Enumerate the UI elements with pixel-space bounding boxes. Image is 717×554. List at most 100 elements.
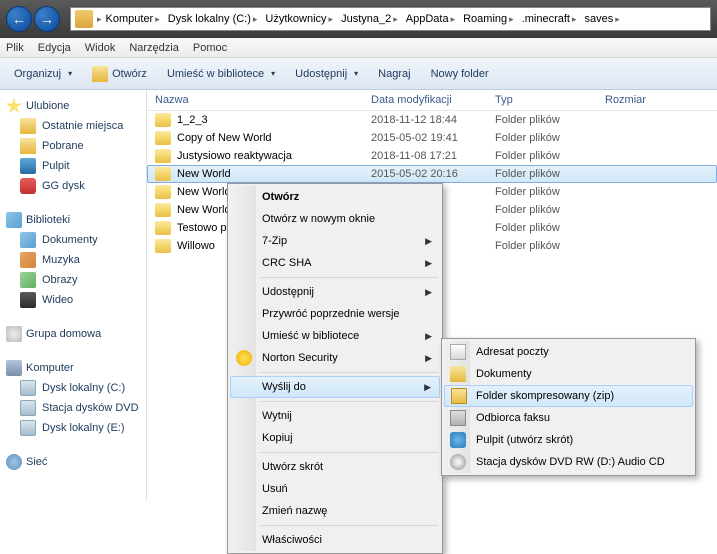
ctx-library[interactable]: Umieść w bibliotece▶ <box>230 325 440 347</box>
sidebar-libraries[interactable]: Biblioteki <box>0 210 146 230</box>
back-button[interactable]: ← <box>6 6 32 32</box>
desktop-icon <box>20 158 36 174</box>
breadcrumb-segment[interactable]: Komputer▸ <box>102 13 164 25</box>
sidebar-music[interactable]: Muzyka <box>0 250 146 270</box>
menu-narzedzia[interactable]: Narzędzia <box>129 42 179 54</box>
menu-widok[interactable]: Widok <box>85 42 116 54</box>
table-row[interactable]: Copy of New World 2015-05-02 19:41Folder … <box>147 129 717 147</box>
fax-icon <box>450 410 466 426</box>
titlebar: ← → ▸ Komputer▸ Dysk lokalny (C:)▸ Użytk… <box>0 0 717 38</box>
ctx-properties[interactable]: Właściwości <box>230 529 440 551</box>
breadcrumb-segment[interactable]: Użytkownicy▸ <box>261 13 337 25</box>
ctx-open[interactable]: Otwórz <box>230 186 440 208</box>
folder-icon <box>75 10 93 28</box>
sidebar-downloads[interactable]: Pobrane <box>0 136 146 156</box>
sidebar-drive-c[interactable]: Dysk lokalny (C:) <box>0 378 146 398</box>
norton-icon <box>236 350 252 366</box>
sidebar-documents[interactable]: Dokumenty <box>0 230 146 250</box>
sendto-dvd[interactable]: Stacja dysków DVD RW (D:) Audio CD <box>444 451 693 473</box>
table-row[interactable]: New World2015-05-02 20:16Folder plików <box>147 165 717 183</box>
sidebar-homegroup[interactable]: Grupa domowa <box>0 324 146 344</box>
sidebar-ggdysk[interactable]: GG dysk <box>0 176 146 196</box>
burn-button[interactable]: Nagraj <box>372 65 416 83</box>
nav-buttons: ← → <box>6 6 60 32</box>
ctx-delete[interactable]: Usuń <box>230 478 440 500</box>
context-submenu-sendto: Adresat poczty Dokumenty Folder skompres… <box>441 338 696 476</box>
file-type: Folder plików <box>495 222 605 234</box>
desktop-icon <box>450 432 466 448</box>
folder-icon <box>155 203 171 217</box>
ctx-norton[interactable]: Norton Security▶ <box>230 347 440 369</box>
sidebar-favorites[interactable]: Ulubione <box>0 96 146 116</box>
sidebar-videos[interactable]: Wideo <box>0 290 146 310</box>
videos-icon <box>20 292 36 308</box>
sidebar-drive-e[interactable]: Dysk lokalny (E:) <box>0 418 146 438</box>
ctx-share[interactable]: Udostępnij▶ <box>230 281 440 303</box>
library-icon <box>6 212 22 228</box>
breadcrumb-segment[interactable]: Dysk lokalny (C:)▸ <box>164 13 262 25</box>
dvd-icon <box>450 454 466 470</box>
folder-icon <box>155 131 171 145</box>
forward-button[interactable]: → <box>34 6 60 32</box>
ctx-cut[interactable]: Wytnij <box>230 405 440 427</box>
sendto-desktop[interactable]: Pulpit (utwórz skrót) <box>444 429 693 451</box>
menu-pomoc[interactable]: Pomoc <box>193 42 227 54</box>
computer-icon <box>6 360 22 376</box>
open-button[interactable]: Otwórz <box>86 63 153 85</box>
sendto-documents[interactable]: Dokumenty <box>444 363 693 385</box>
breadcrumb-segment[interactable]: AppData▸ <box>402 13 459 25</box>
ctx-shortcut[interactable]: Utwórz skrót <box>230 456 440 478</box>
file-name: Copy of New World <box>177 132 272 144</box>
dvd-icon <box>20 400 36 416</box>
header-date[interactable]: Data modyfikacji <box>371 94 495 106</box>
file-type: Folder plików <box>495 114 605 126</box>
folder-icon <box>155 185 171 199</box>
organize-button[interactable]: Organizuj <box>8 65 78 83</box>
new-folder-button[interactable]: Nowy folder <box>425 65 495 83</box>
folder-icon <box>155 149 171 163</box>
star-icon <box>6 98 22 114</box>
folder-icon <box>155 221 171 235</box>
sidebar-recent[interactable]: Ostatnie miejsca <box>0 116 146 136</box>
zip-icon <box>451 388 467 404</box>
ctx-crc[interactable]: CRC SHA▶ <box>230 252 440 274</box>
breadcrumb-segment[interactable]: .minecraft▸ <box>518 13 581 25</box>
drive-icon <box>20 420 36 436</box>
ctx-restore[interactable]: Przywróć poprzednie wersje <box>230 303 440 325</box>
breadcrumb-segment[interactable]: Justyna_2▸ <box>337 13 402 25</box>
documents-icon <box>20 232 36 248</box>
share-button[interactable]: Udostępnij <box>289 65 364 83</box>
file-type: Folder plików <box>495 132 605 144</box>
table-row[interactable]: Justysiowo reaktywacja2018-11-08 17:21Fo… <box>147 147 717 165</box>
ctx-copy[interactable]: Kopiuj <box>230 427 440 449</box>
ctx-7zip[interactable]: 7-Zip▶ <box>230 230 440 252</box>
ctx-rename[interactable]: Zmień nazwę <box>230 500 440 522</box>
table-row[interactable]: 1_2_32018-11-12 18:44Folder plików <box>147 111 717 129</box>
sendto-zip[interactable]: Folder skompresowany (zip) <box>444 385 693 407</box>
sendto-fax[interactable]: Odbiorca faksu <box>444 407 693 429</box>
ctx-sendto[interactable]: Wyślij do▶ <box>230 376 440 398</box>
breadcrumb-segment[interactable]: Roaming▸ <box>459 13 518 25</box>
include-library-button[interactable]: Umieść w bibliotece <box>161 65 281 83</box>
header-size[interactable]: Rozmiar <box>605 94 709 106</box>
menu-plik[interactable]: Plik <box>6 42 24 54</box>
homegroup-icon <box>6 326 22 342</box>
file-date: 2015-05-02 19:41 <box>371 132 495 144</box>
sidebar-desktop[interactable]: Pulpit <box>0 156 146 176</box>
sidebar-network[interactable]: Sieć <box>0 452 146 472</box>
file-name: New World- <box>177 186 234 198</box>
toolbar: Organizuj Otwórz Umieść w bibliotece Udo… <box>0 58 717 90</box>
sidebar-pictures[interactable]: Obrazy <box>0 270 146 290</box>
file-type: Folder plików <box>495 204 605 216</box>
menu-edycja[interactable]: Edycja <box>38 42 71 54</box>
sidebar-computer[interactable]: Komputer <box>0 358 146 378</box>
menubar: Plik Edycja Widok Narzędzia Pomoc <box>0 38 717 58</box>
breadcrumb-segment[interactable]: saves▸ <box>581 13 624 25</box>
documents-icon <box>450 366 466 382</box>
breadcrumb[interactable]: ▸ Komputer▸ Dysk lokalny (C:)▸ Użytkowni… <box>70 7 711 31</box>
ctx-open-new[interactable]: Otwórz w nowym oknie <box>230 208 440 230</box>
sidebar-dvd[interactable]: Stacja dysków DVD <box>0 398 146 418</box>
header-type[interactable]: Typ <box>495 94 605 106</box>
header-name[interactable]: Nazwa <box>155 94 371 106</box>
sendto-mail[interactable]: Adresat poczty <box>444 341 693 363</box>
